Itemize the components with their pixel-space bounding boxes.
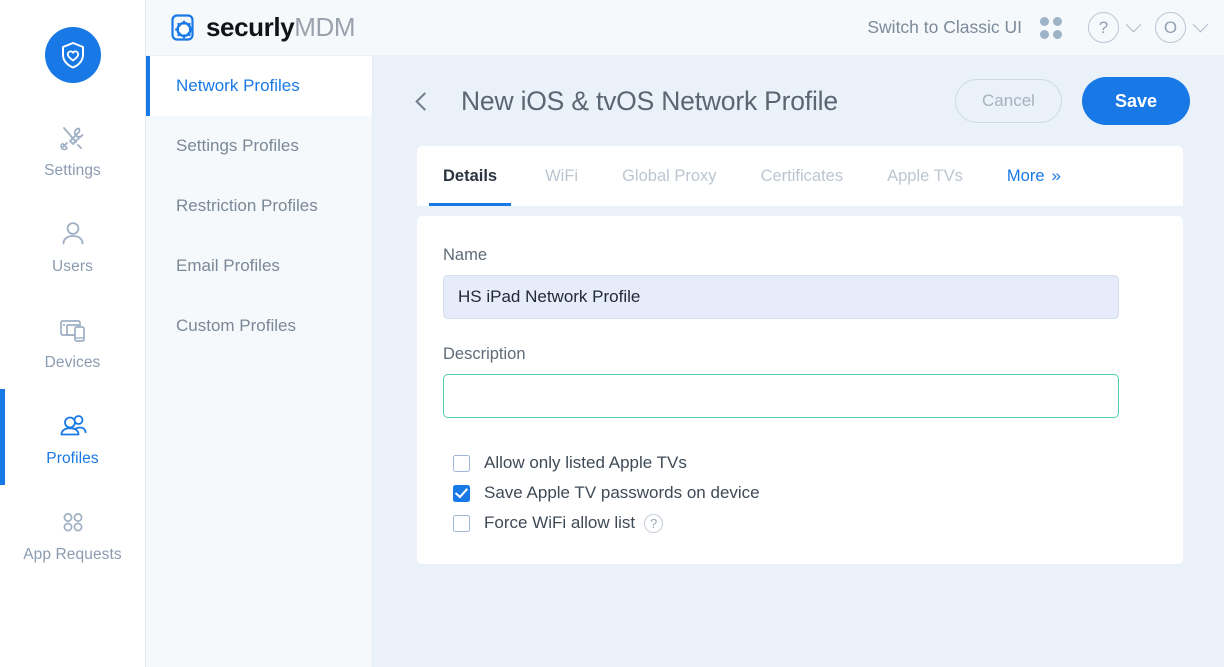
user-icon xyxy=(56,214,90,254)
tab-certificates[interactable]: Certificates xyxy=(739,146,866,206)
profiles-subnav: Network Profiles Settings Profiles Restr… xyxy=(146,56,373,667)
sidebar-item-network-profiles[interactable]: Network Profiles xyxy=(146,56,372,116)
primary-nav-rail: Settings Users Devices Profiles App Requ… xyxy=(0,0,146,667)
help-menu[interactable]: ? xyxy=(1088,12,1155,43)
checkbox-allow-only-listed-apple-tvs[interactable] xyxy=(453,454,470,472)
sidebar-item-label: Settings Profiles xyxy=(176,136,299,155)
devices-icon xyxy=(56,310,90,350)
apps-grid-icon[interactable] xyxy=(1040,16,1062,39)
rail-item-app-requests[interactable]: App Requests xyxy=(0,485,146,581)
main-content: New iOS & tvOS Network Profile Cancel Sa… xyxy=(373,56,1224,667)
brand-logo[interactable]: securlyMDM xyxy=(170,12,356,43)
page-actions: Cancel Save xyxy=(955,77,1190,125)
chevron-left-icon[interactable] xyxy=(415,91,434,111)
description-label: Description xyxy=(443,345,526,363)
checkbox-label: Allow only listed Apple TVs xyxy=(484,453,687,472)
name-label: Name xyxy=(443,246,488,264)
shield-heart-icon xyxy=(61,42,84,69)
field-spacer xyxy=(443,319,1157,345)
tab-apple-tvs[interactable]: Apple TVs xyxy=(865,146,985,206)
details-form-card: Name Description Allow only listed Apple… xyxy=(417,216,1183,564)
sidebar-item-email-profiles[interactable]: Email Profiles xyxy=(146,236,372,296)
tab-more[interactable]: More » xyxy=(985,146,1083,206)
rail-item-profiles[interactable]: Profiles xyxy=(0,389,146,485)
rail-item-label: App Requests xyxy=(23,546,122,563)
rail-item-label: Users xyxy=(52,258,93,275)
account-menu[interactable]: O xyxy=(1155,12,1209,43)
rail-item-label: Devices xyxy=(44,354,101,371)
question-circle-icon[interactable]: ? xyxy=(644,513,664,533)
rail-item-settings[interactable]: Settings xyxy=(0,101,146,197)
securly-shield-logo[interactable] xyxy=(44,27,101,83)
rail-item-users[interactable]: Users xyxy=(0,197,146,293)
grid-dot xyxy=(1040,16,1049,26)
brand-secondary: MDM xyxy=(294,12,356,42)
tab-global-proxy[interactable]: Global Proxy xyxy=(600,146,738,206)
grid-dot xyxy=(1053,16,1062,26)
avatar: O xyxy=(1155,12,1186,43)
sidebar-item-label: Network Profiles xyxy=(176,76,300,95)
description-input[interactable] xyxy=(443,374,1119,418)
page-title: New iOS & tvOS Network Profile xyxy=(461,85,838,116)
rail-item-devices[interactable]: Devices xyxy=(0,293,146,389)
tab-details[interactable]: Details xyxy=(417,146,523,206)
sidebar-item-label: Email Profiles xyxy=(176,256,280,275)
brand-primary: securly xyxy=(206,12,295,42)
save-button[interactable]: Save xyxy=(1081,77,1190,125)
tools-icon xyxy=(56,118,90,158)
double-chevron-right-icon: » xyxy=(1051,166,1061,185)
header-actions: Switch to Classic UI ? O xyxy=(867,12,1209,43)
securly-gear-icon xyxy=(170,14,197,41)
profile-tabs: Details WiFi Global Proxy Certificates A… xyxy=(417,146,1183,206)
rail-item-label: Settings xyxy=(44,162,101,179)
page-header: New iOS & tvOS Network Profile Cancel Sa… xyxy=(373,56,1224,146)
checkbox-group: Allow only listed Apple TVs Save Apple T… xyxy=(443,448,1157,538)
brand-text: securlyMDM xyxy=(206,12,356,43)
profiles-icon xyxy=(56,406,90,446)
help-icon: ? xyxy=(1088,12,1119,43)
app-grid-icon xyxy=(56,502,90,542)
name-input[interactable] xyxy=(443,275,1119,319)
switch-to-classic-ui-link[interactable]: Switch to Classic UI xyxy=(867,17,1022,38)
rail-item-label: Profiles xyxy=(46,450,99,467)
checkbox-save-apple-tv-passwords[interactable] xyxy=(453,484,470,502)
chevron-down-icon xyxy=(1192,16,1209,33)
tab-more-label: More xyxy=(1006,166,1045,185)
checkbox-label: Force WiFi allow list xyxy=(484,513,636,532)
checkbox-label: Save Apple TV passwords on device xyxy=(484,483,760,502)
grid-dot xyxy=(1053,29,1062,39)
checkbox-force-wifi-allow-list[interactable] xyxy=(453,514,470,532)
sidebar-item-restriction-profiles[interactable]: Restriction Profiles xyxy=(146,176,372,236)
sidebar-item-label: Custom Profiles xyxy=(176,316,296,335)
app-header: securlyMDM Switch to Classic UI ? O xyxy=(146,0,1224,56)
sidebar-item-custom-profiles[interactable]: Custom Profiles xyxy=(146,296,372,356)
checkbox-row-force-wifi-allow-list[interactable]: Force WiFi allow list ? xyxy=(443,508,1157,538)
sidebar-item-label: Restriction Profiles xyxy=(176,196,318,215)
sidebar-item-settings-profiles[interactable]: Settings Profiles xyxy=(146,116,372,176)
tab-wifi[interactable]: WiFi xyxy=(523,146,600,206)
checkbox-row-save-apple-tv-passwords[interactable]: Save Apple TV passwords on device xyxy=(443,478,1157,508)
chevron-down-icon xyxy=(1125,16,1142,33)
grid-dot xyxy=(1040,29,1049,39)
cancel-button[interactable]: Cancel xyxy=(955,79,1062,123)
checkbox-row-allow-only-listed-apple-tvs[interactable]: Allow only listed Apple TVs xyxy=(443,448,1157,478)
